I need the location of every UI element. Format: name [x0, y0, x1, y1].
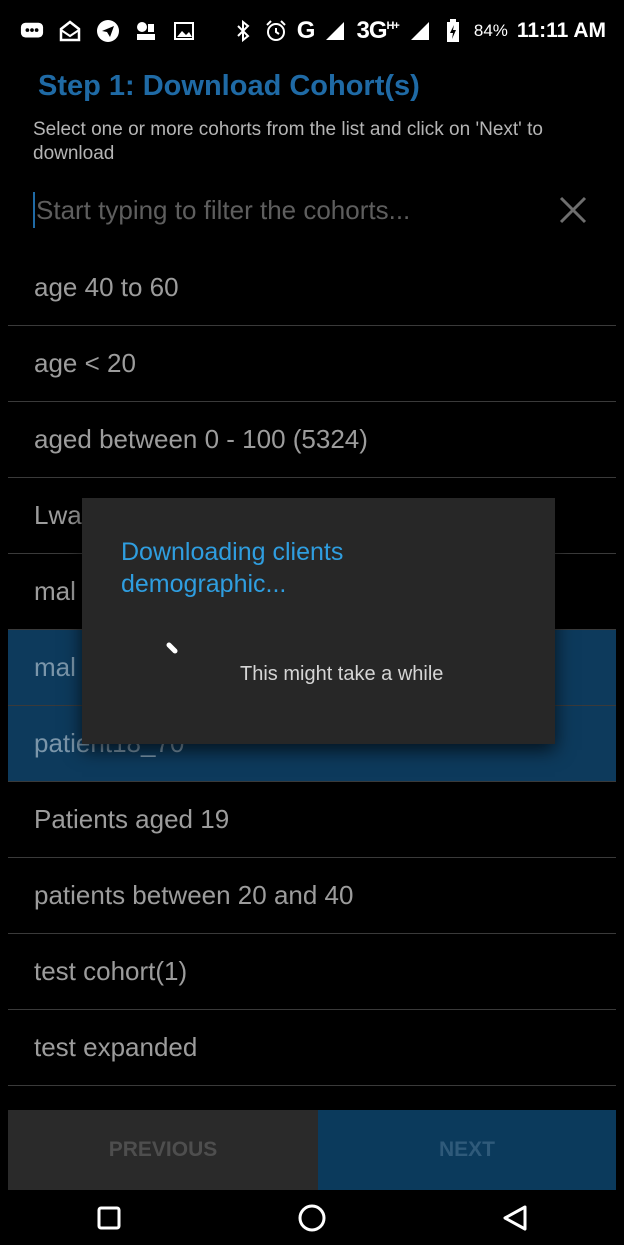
signal-icon: [323, 19, 347, 43]
wizard-button-bar: PREVIOUS NEXT: [8, 1110, 616, 1190]
text-cursor: [33, 192, 35, 228]
battery-percent: 84%: [473, 21, 508, 40]
dialog-title: Downloading clients demographic...: [121, 538, 344, 598]
page-subtitle: Select one or more cohorts from the list…: [33, 119, 543, 164]
cohort-item-aged-between-0-100[interactable]: aged between 0 - 100 (5324): [8, 402, 616, 478]
cohort-item-age-40-to-60[interactable]: age 40 to 60: [8, 250, 616, 326]
battery-charging-icon: [441, 19, 465, 43]
cohort-item-patients-aged-19[interactable]: Patients aged 19: [8, 782, 616, 858]
loading-spinner-icon: [162, 636, 186, 660]
notification-icons: [20, 19, 196, 43]
network-type-label-2: 3GH+: [356, 17, 399, 44]
dialog-message: This might take a while: [240, 663, 444, 685]
close-icon[interactable]: [553, 190, 593, 230]
cohort-item-age-under-20[interactable]: age < 20: [8, 326, 616, 402]
previous-button[interactable]: PREVIOUS: [8, 1110, 318, 1190]
mail-notification-icon: [58, 19, 82, 43]
recents-icon[interactable]: [89, 1198, 129, 1238]
app-notification-icon: [134, 19, 158, 43]
network-type-label: G: [296, 17, 316, 44]
next-button[interactable]: NEXT: [318, 1110, 616, 1190]
cohort-item-test-expanded[interactable]: test expanded: [8, 1010, 616, 1086]
status-bar: G 3GH+ 84% 11:11 AM: [8, 0, 616, 62]
cohort-item-test-cohort-1[interactable]: test cohort(1): [8, 934, 616, 1010]
image-notification-icon: [172, 19, 196, 43]
system-status: G 3GH+ 84% 11:11 AM: [231, 17, 606, 45]
screen: G 3GH+ 84% 11:11 AM Step 1: Download Coh…: [0, 0, 624, 1245]
telegram-icon: [96, 19, 120, 43]
filter-bar: [33, 182, 603, 238]
home-icon[interactable]: [292, 1198, 332, 1238]
message-icon: [20, 19, 44, 43]
back-icon[interactable]: [495, 1198, 535, 1238]
cohort-item-patients-between-20-and-40[interactable]: patients between 20 and 40: [8, 858, 616, 934]
clock: 11:11 AM: [516, 19, 606, 42]
cohort-filter-input[interactable]: [36, 194, 553, 226]
progress-dialog: Downloading clients demographic... This …: [82, 498, 555, 744]
network-type-sup: H+: [386, 20, 399, 32]
bluetooth-icon: [231, 19, 255, 43]
signal-icon-2: [408, 19, 432, 43]
alarm-icon: [264, 19, 288, 43]
page-title: Step 1: Download Cohort(s): [38, 70, 420, 102]
navigation-bar: [8, 1190, 616, 1245]
